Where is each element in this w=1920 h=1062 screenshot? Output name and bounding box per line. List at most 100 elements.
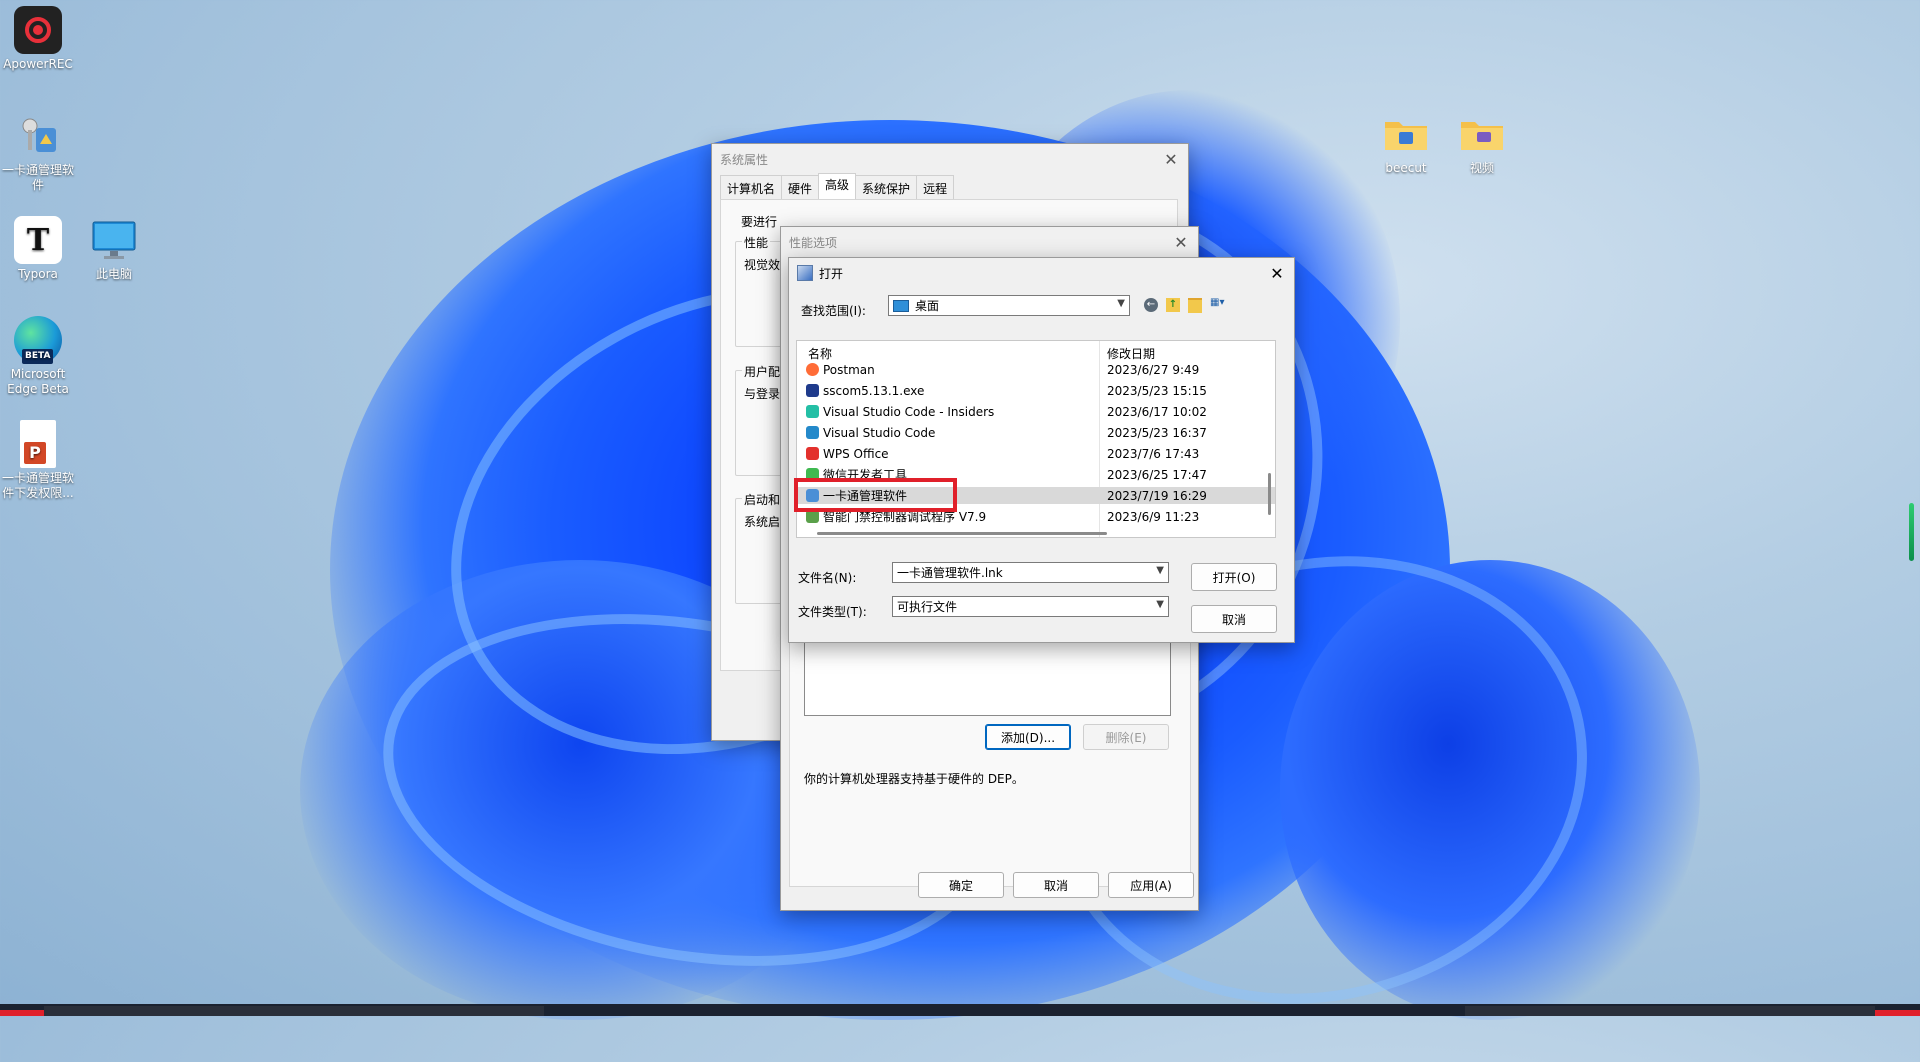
cancel-button[interactable]: 取消 [1191,605,1277,633]
desktop-icon-label: beecut [1385,161,1427,175]
file-name: WPS Office [823,446,889,461]
file-name: Visual Studio Code - Insiders [823,404,995,419]
desktop-icon-label: 一卡通管理软件 [1,163,74,192]
desktop-icon-beecut[interactable]: beecut [1366,110,1446,176]
file-date: 2023/7/19 16:29 [1107,488,1207,503]
taskbar [0,1004,1920,1016]
delete-button[interactable]: 删除(E) [1083,724,1169,750]
filetype-label: 文件类型(T): [798,605,867,619]
column-header-date[interactable]: 修改日期 [1107,345,1155,362]
close-icon[interactable]: ✕ [1170,231,1192,253]
desktop-icon-label: 此电脑 [95,267,132,281]
sort-caret-icon: ^ [947,340,955,348]
new-folder-icon[interactable] [1188,298,1202,313]
window-title: 系统属性 [720,152,769,167]
up-folder-icon[interactable]: ↑ [1166,298,1180,312]
postman-icon [806,363,819,376]
file-date: 2023/5/23 15:15 [1107,383,1207,398]
dep-note: 你的计算机处理器支持基于硬件的 DEP。 [804,772,1024,786]
desktop-icon-label: 视频 [1469,161,1494,175]
back-icon[interactable]: ← [1144,298,1158,312]
group-text: 与登录 [744,387,781,401]
taskbar-accent-left [0,1010,44,1016]
vertical-scrollbar[interactable] [1268,473,1271,515]
open-dialog-titlebar: 打开 ✕ [789,258,1294,288]
desktop-icon-apowerrec[interactable]: ApowerREC [0,6,78,72]
wps-icon [806,447,819,460]
tab-advanced[interactable]: 高级 [818,173,857,201]
apply-button[interactable]: 应用(A) [1108,872,1194,898]
highlight-box [794,478,957,512]
lookin-value: 桌面 [915,299,940,313]
filename-input[interactable]: 一卡通管理软件.lnk ▼ [892,562,1169,583]
group-text: 视觉效 [744,258,781,272]
file-date: 2023/6/17 10:02 [1107,404,1207,419]
filetype-value: 可执行文件 [897,600,958,614]
list-item[interactable]: sscom5.13.1.exe 2023/5/23 15:15 [797,382,1275,399]
open-button[interactable]: 打开(O) [1191,563,1277,591]
side-scroll-indicator[interactable] [1909,503,1914,561]
add-button[interactable]: 添加(D)... [985,724,1071,750]
monitor-icon [90,216,138,264]
folder-icon [1382,110,1430,158]
lookin-label: 查找范围(I): [801,304,866,318]
desktop-icon-typora[interactable]: T Typora [0,216,78,282]
filetype-select[interactable]: 可执行文件 ▼ [892,596,1169,617]
file-date: 2023/6/9 11:23 [1107,509,1200,524]
window-title: 打开 [819,266,844,281]
desktop-icon-edge-beta[interactable]: BETA Microsoft Edge Beta [0,316,78,397]
app-icon [797,265,813,281]
exe-icon [806,384,819,397]
file-name: sscom5.13.1.exe [823,383,925,398]
chevron-down-icon[interactable]: ▼ [1156,599,1164,610]
typora-icon: T [14,216,62,264]
desktop-icon-label: Microsoft Edge Beta [7,367,69,396]
desktop-icon-label: Typora [18,267,58,281]
file-date: 2023/6/25 17:47 [1107,467,1207,482]
desktop-icon-this-pc[interactable]: 此电脑 [74,216,154,282]
group-label: 性能 [742,234,771,251]
desktop-folder-icon [893,299,909,312]
filename-label: 文件名(N): [798,571,857,585]
close-icon[interactable]: ✕ [1266,262,1288,284]
chevron-down-icon: ▼ [1117,298,1125,309]
list-item[interactable]: Postman 2023/6/27 9:49 [797,361,1275,378]
tab-computer-name[interactable]: 计算机名 [720,175,783,201]
desktop-icon-card-software[interactable]: 一卡通管理软件 [0,112,78,193]
ok-button[interactable]: 确定 [918,872,1004,898]
tab-remote[interactable]: 远程 [916,175,955,201]
desktop-icon-ppt-file[interactable]: P 一卡通管理软件下发权限... [0,420,78,501]
group-text: 系统启 [744,515,781,529]
ppt-file-icon: P [20,420,56,468]
tab-system-protection[interactable]: 系统保护 [855,175,918,201]
list-item[interactable]: Visual Studio Code - Insiders 2023/6/17 … [797,403,1275,420]
dep-exception-list[interactable] [804,634,1171,716]
cancel-button[interactable]: 取消 [1013,872,1099,898]
desktop-icon-label: 一卡通管理软件下发权限... [1,471,74,500]
column-header-name[interactable]: 名称 [808,345,832,362]
file-name: Visual Studio Code [823,425,936,440]
chevron-down-icon[interactable]: ▼ [1156,565,1164,576]
view-menu-icon[interactable]: ▦▾ [1210,297,1236,312]
taskbar-accent-right [1875,1010,1920,1016]
software-shortcut-icon [14,112,62,160]
performance-options-titlebar: 性能选项 ✕ [781,227,1198,257]
vscode-icon [806,426,819,439]
desktop-icon-video[interactable]: 视频 [1442,110,1522,176]
open-file-dialog: 打开 ✕ 查找范围(I): 桌面 ▼ ← ↑ ▦▾ 名称 ^ 修改日期 Post… [788,257,1295,643]
file-date: 2023/5/23 16:37 [1107,425,1207,440]
vscode-insiders-icon [806,405,819,418]
folder-icon [1458,110,1506,158]
tab-hardware[interactable]: 硬件 [781,175,820,201]
file-name: Postman [823,362,875,377]
horizontal-scrollbar[interactable] [817,532,1107,535]
window-title: 性能选项 [789,235,838,250]
list-item[interactable]: WPS Office 2023/7/6 17:43 [797,445,1275,462]
group-label: 启动和 [742,491,783,508]
close-icon[interactable]: ✕ [1160,148,1182,170]
lookin-combo[interactable]: 桌面 ▼ [888,295,1130,316]
intro-text: 要进行 [741,215,778,229]
file-date: 2023/7/6 17:43 [1107,446,1200,461]
list-item[interactable]: Visual Studio Code 2023/5/23 16:37 [797,424,1275,441]
desktop-icon-label: ApowerREC [3,57,73,71]
